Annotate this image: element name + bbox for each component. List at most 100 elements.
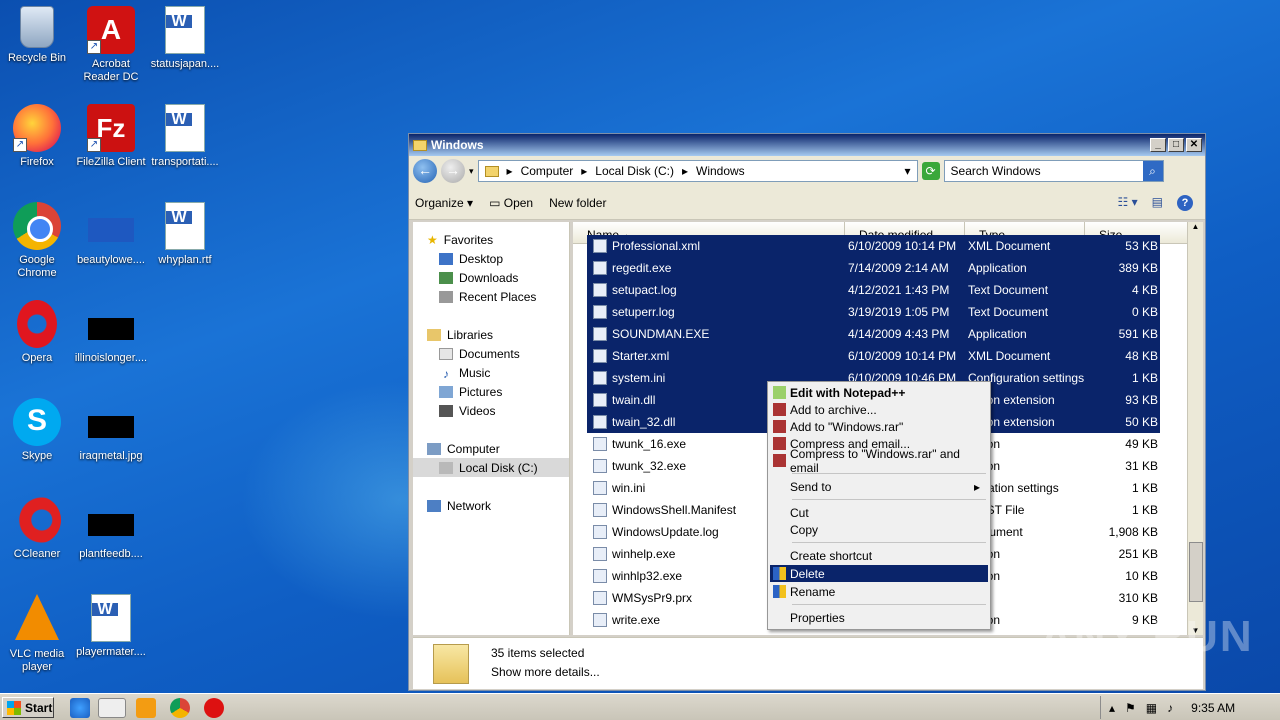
desktop-icon-firefox[interactable]: ↗ Firefox: [0, 104, 74, 169]
nav-local-disk[interactable]: Local Disk (C:): [413, 458, 569, 477]
desktop-icon-plantfeedb[interactable]: plantfeedb....: [74, 496, 148, 561]
menu-rename[interactable]: Rename: [770, 583, 988, 600]
scrollbar-thumb[interactable]: [1189, 542, 1203, 602]
menu-properties[interactable]: Properties: [770, 609, 988, 626]
tray-expand-icon[interactable]: ▴: [1109, 701, 1115, 715]
new-folder-button[interactable]: New folder: [549, 196, 606, 210]
desktop-icon-label: Recycle Bin: [7, 52, 67, 64]
close-button[interactable]: ✕: [1186, 138, 1202, 152]
recycle-bin-icon: [20, 6, 54, 48]
file-size: 31 KB: [1125, 459, 1158, 473]
menu-copy[interactable]: Copy: [770, 521, 988, 538]
menu-send-to[interactable]: Send to ▸: [770, 478, 988, 495]
file-row[interactable]: regedit.exe 7/14/2009 2:14 AM Application 3…: [587, 257, 1160, 279]
internet-explorer-icon[interactable]: [70, 698, 90, 718]
nav-pictures[interactable]: Pictures: [413, 382, 569, 401]
scroll-up-icon[interactable]: ▲: [1188, 222, 1203, 231]
file-size: 251 KB: [1118, 547, 1158, 561]
desktop-icon-skype[interactable]: S Skype: [0, 398, 74, 463]
file-row[interactable]: setuperr.log 3/19/2019 1:05 PM Text Docume…: [587, 301, 1160, 323]
nav-libraries[interactable]: Libraries: [413, 325, 569, 344]
view-options-icon[interactable]: ☷ ▾: [1118, 195, 1138, 211]
menu-create-shortcut[interactable]: Create shortcut: [770, 547, 988, 564]
menu-separator: [792, 473, 986, 474]
opera-icon: [17, 300, 57, 348]
chrome-taskbar-icon[interactable]: [170, 698, 190, 718]
start-button[interactable]: Start: [2, 697, 54, 718]
clock[interactable]: 9:35 AM: [1191, 701, 1235, 715]
address-dropdown-icon[interactable]: ▾: [905, 164, 911, 178]
nav-downloads[interactable]: Downloads: [413, 268, 569, 287]
desktop-icon-acrobat[interactable]: A ↗ Acrobat Reader DC: [74, 6, 148, 84]
menu-cut[interactable]: Cut: [770, 504, 988, 521]
window-titlebar[interactable]: Windows _ □ ✕: [409, 134, 1205, 156]
breadcrumb-windows[interactable]: Windows: [696, 164, 745, 178]
desktop-icon-ccleaner[interactable]: CCleaner: [0, 496, 74, 561]
search-input[interactable]: Search Windows ⌕: [943, 160, 1164, 182]
word-doc-icon: W: [165, 6, 205, 54]
open-button[interactable]: ▭ Open: [489, 196, 533, 210]
desktop-icon-label: Google Chrome: [17, 254, 57, 279]
nav-recent-places[interactable]: Recent Places: [413, 287, 569, 306]
preview-pane-icon[interactable]: ▤: [1152, 195, 1163, 211]
search-icon[interactable]: ⌕: [1142, 161, 1163, 181]
refresh-button[interactable]: ⟳: [921, 162, 940, 180]
desktop-icon-recycle-bin[interactable]: Recycle Bin: [0, 6, 74, 65]
help-icon[interactable]: ?: [1177, 194, 1193, 211]
menu-add-archive[interactable]: Add to archive...: [770, 401, 988, 418]
desktop-icon-illinoislonger[interactable]: illinoislonger....: [74, 300, 148, 365]
network-tray-icon[interactable]: ▦: [1146, 701, 1157, 715]
vertical-scrollbar[interactable]: ▲ ▼: [1187, 222, 1203, 635]
volume-icon[interactable]: ♪: [1167, 701, 1173, 715]
menu-add-rar[interactable]: Add to "Windows.rar": [770, 418, 988, 435]
explorer-taskbar-icon[interactable]: [98, 698, 126, 718]
nav-computer[interactable]: Computer: [413, 439, 569, 458]
nav-favorites[interactable]: ★ Favorites: [413, 230, 569, 249]
desktop-icon-iraqmetal[interactable]: iraqmetal.jpg: [74, 398, 148, 463]
organize-button[interactable]: Organize ▾: [415, 196, 473, 210]
file-row[interactable]: SOUNDMAN.EXE 4/14/2009 4:43 PM Application…: [587, 323, 1160, 345]
forward-button[interactable]: →: [441, 159, 465, 183]
minimize-button[interactable]: _: [1150, 138, 1166, 152]
file-row[interactable]: Starter.xml 6/10/2009 10:14 PM XML Documen…: [587, 345, 1160, 367]
maximize-button[interactable]: □: [1168, 138, 1184, 152]
desktop-icon-transportati[interactable]: W transportati....: [148, 104, 222, 169]
media-player-icon[interactable]: [136, 698, 156, 718]
file-name: setupact.log: [612, 283, 677, 297]
desktop-icon-beautylowe[interactable]: beautylowe....: [74, 202, 148, 267]
desktop-icon-filezilla[interactable]: Fz ↗ FileZilla Client: [74, 104, 148, 169]
skype-icon: S: [13, 398, 61, 446]
nav-videos[interactable]: Videos: [413, 401, 569, 420]
menu-delete[interactable]: Delete: [770, 565, 988, 582]
desktop-icon-chrome[interactable]: Google Chrome: [0, 202, 74, 280]
action-center-icon[interactable]: ⚑: [1125, 701, 1136, 715]
downloads-icon: [439, 271, 453, 284]
nav-network[interactable]: Network: [413, 496, 569, 515]
opera-taskbar-icon[interactable]: [204, 698, 224, 718]
address-bar[interactable]: ▸ Computer ▸ Local Disk (C:) ▸ Windows ▾: [477, 160, 918, 182]
desktop-icon-statusjapan[interactable]: W statusjapan....: [148, 6, 222, 71]
open-label: Open: [503, 195, 534, 210]
menu-edit-notepad[interactable]: Edit with Notepad++: [770, 384, 988, 401]
nav-label: Libraries: [447, 327, 494, 342]
file-row[interactable]: Professional.xml 6/10/2009 10:14 PM XML Do…: [587, 235, 1160, 257]
breadcrumb-computer[interactable]: Computer: [521, 164, 574, 178]
documents-icon: [439, 347, 453, 360]
desktop-icon-playermater[interactable]: W playermater....: [74, 594, 148, 659]
recent-pages-dropdown-icon[interactable]: ▾: [469, 166, 474, 177]
nav-desktop[interactable]: Desktop: [413, 249, 569, 268]
file-name: SOUNDMAN.EXE: [612, 327, 710, 341]
menu-compress-rar-email[interactable]: Compress to "Windows.rar" and email: [770, 447, 988, 475]
menu-label: Send to: [790, 479, 832, 494]
desktop-icon-whyplan[interactable]: W whyplan.rtf: [148, 202, 222, 267]
nav-documents[interactable]: Documents: [413, 344, 569, 363]
nav-music[interactable]: ♪ Music: [413, 363, 569, 382]
desktop-icon-opera[interactable]: Opera: [0, 300, 74, 365]
desktop-icon-vlc[interactable]: VLC media player: [0, 594, 74, 674]
back-button[interactable]: ←: [413, 159, 437, 183]
show-more-details-link[interactable]: Show more details...: [491, 665, 600, 679]
breadcrumb-local-disk[interactable]: Local Disk (C:): [595, 164, 674, 178]
file-row[interactable]: setupact.log 4/12/2021 1:43 PM Text Docume…: [587, 279, 1160, 301]
menu-label: Add to archive...: [790, 402, 877, 417]
file-icon: [593, 239, 607, 253]
